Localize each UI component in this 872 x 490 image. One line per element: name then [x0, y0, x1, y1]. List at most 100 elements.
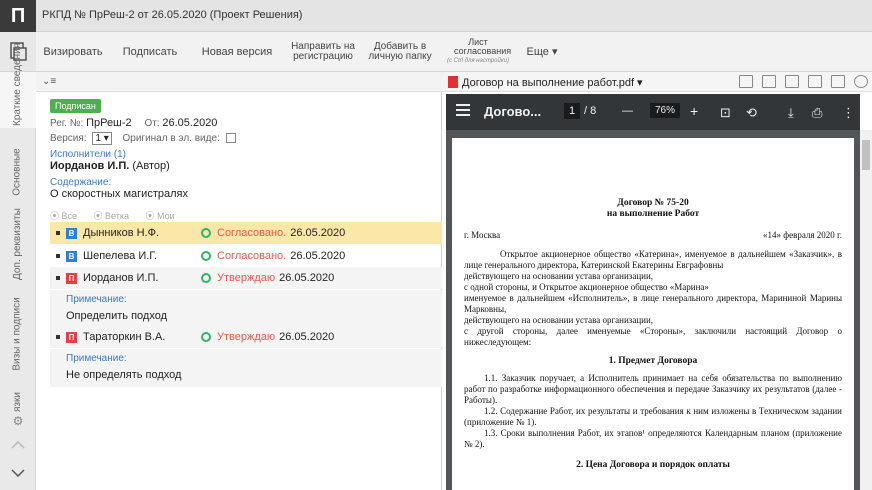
reg-label: Рег. №:: [50, 118, 84, 129]
note-text: Не определять подход: [66, 369, 182, 381]
note-label: Примечание:: [66, 294, 127, 305]
card-panel: ⌄≡ Подписан Рег. №: ПрРеш-2 От: 26.05.20…: [36, 72, 442, 490]
more-button[interactable]: Еще ▾: [518, 32, 566, 72]
zoom-in-button[interactable]: +: [690, 103, 698, 119]
title-bar: П РКПД № ПрРеш-2 от 26.05.2020 (Проект Р…: [0, 0, 872, 32]
content-label: Содержание:: [50, 177, 112, 188]
approval-sheet-button[interactable]: Лист согласования (с Ctrl для настройки): [438, 32, 518, 72]
send-to-registration-button[interactable]: Направить на регистрацию: [284, 32, 362, 72]
eye-icon[interactable]: [201, 332, 211, 342]
visa-status: Утверждаю: [217, 331, 276, 343]
page-count: / 8: [584, 105, 597, 117]
visa-type-icon: П: [66, 331, 77, 343]
doc-city: г. Москва: [464, 230, 501, 240]
rotate-icon[interactable]: ⟲: [746, 105, 757, 121]
approval-sheet-label: Лист согласования: [454, 37, 512, 56]
pdf-title: Догово...: [484, 104, 542, 119]
more-icon[interactable]: ⋮: [842, 105, 855, 121]
doc-paragraph: 1.3. Сроки выполнения Работ, их этапов¹ …: [464, 428, 842, 449]
print-icon[interactable]: ⎙: [812, 105, 822, 121]
visa-row[interactable]: П Тараторкин В.А. Утверждаю 26.05.2020: [50, 326, 442, 348]
page-number-input[interactable]: 1: [564, 103, 581, 119]
visa-note: Примечание: Не определять подход: [50, 349, 442, 387]
doc-city-date: г. Москва «14» февраля 2020 г.: [464, 230, 842, 241]
gear-icon[interactable]: ⚙: [0, 412, 36, 430]
tab-extra-requisites[interactable]: Доп. реквизиты: [0, 208, 36, 288]
visa-row[interactable]: В Шепелева И.Г. Согласовано. 26.05.2020: [50, 245, 442, 267]
filter-all[interactable]: ⦿ Все: [50, 211, 77, 221]
app-logo[interactable]: П: [0, 0, 36, 32]
pdf-page: Договор № 75-20 на выполнение Работ г. М…: [452, 138, 854, 490]
note-label: Примечание:: [66, 353, 127, 364]
filter-mine[interactable]: ⦿ Мои: [146, 211, 175, 221]
tab-label: Доп. реквизиты: [12, 208, 23, 280]
tab-brief-info[interactable]: Краткие сведения: [0, 42, 36, 128]
visa-date: 26.05.2020: [279, 331, 335, 343]
toolbar: Визировать Подписать Новая версия Направ…: [36, 32, 872, 72]
doc-section-title: 2. Цена Договора и порядок оплаты: [576, 460, 730, 470]
attachment-select[interactable]: Договор на выполнение работ.pdf ▾: [462, 76, 643, 89]
pdf-scrollbar[interactable]: [860, 130, 872, 490]
original-checkbox[interactable]: [225, 133, 236, 144]
visa-date: 26.05.2020: [290, 250, 346, 262]
visa-type-icon: В: [66, 227, 77, 239]
export-icon[interactable]: [808, 75, 822, 88]
sign-button[interactable]: Подписать: [110, 32, 190, 72]
doc-paragraph: с одной стороны, и Открытое акционерное …: [464, 282, 709, 292]
original-label: Оригинал в эл. виде:: [122, 133, 220, 144]
eye-icon[interactable]: [201, 273, 211, 283]
doc-paragraph: 1.1. Заказчик поручает, а Исполнитель пр…: [464, 373, 842, 405]
fit-page-icon[interactable]: ⊡: [720, 105, 731, 121]
visa-row[interactable]: В Дынников Н.Ф. Согласовано. 26.05.2020: [50, 222, 442, 244]
chevron-up-icon[interactable]: [0, 436, 36, 454]
doc-section-title: 1. Предмет Договора: [608, 356, 698, 366]
new-doc-icon[interactable]: [762, 75, 776, 88]
visa-person: Тараторкин В.А.: [83, 331, 166, 343]
eye-icon[interactable]: [201, 251, 211, 261]
version-label: Версия:: [50, 133, 87, 144]
collapse-menu-icon[interactable]: ⌄≡: [42, 76, 56, 87]
new-version-button[interactable]: Новая версия: [190, 32, 284, 72]
pdf-toolbar: Догово... 1 / 8 — 76% + ⊡ ⟲ ⤓ ⎙ ⋮: [446, 94, 860, 130]
doc-paragraph: с другой стороны, далее именуемые «Сторо…: [464, 326, 842, 347]
attachment-header: Договор на выполнение работ.pdf ▾: [442, 72, 872, 92]
executor-role: (Автор): [132, 160, 170, 172]
visa-person: Шепелева И.Г.: [83, 250, 157, 262]
visa-type-icon: П: [66, 272, 77, 284]
edit-icon[interactable]: [785, 75, 799, 88]
scrollbar-thumb[interactable]: [862, 140, 870, 170]
eye-icon[interactable]: [201, 228, 211, 238]
executor-name[interactable]: Иорданов И.П.: [50, 160, 129, 172]
visa-person: Иорданов И.П.: [83, 272, 159, 284]
add-to-folder-button[interactable]: Добавить в личную папку: [362, 32, 438, 72]
version-info: Версия: 1 ▾ Оригинал в эл. виде:: [50, 132, 236, 145]
visa-button[interactable]: Визировать: [36, 32, 110, 72]
tab-main[interactable]: Основные: [0, 136, 36, 208]
panel-header: ⌄≡: [36, 72, 442, 92]
doc-paragraph: действующего на основании устава организ…: [464, 315, 654, 325]
open-external-icon[interactable]: [739, 75, 753, 88]
doc-paragraph: 1.2. Содержание Работ, их результаты и т…: [464, 406, 842, 427]
chevron-down-icon[interactable]: [0, 464, 36, 482]
filter-branch[interactable]: ⦿ Ветка: [94, 211, 129, 221]
executors-block: Исполнители (1) Иорданов И.П. (Автор): [50, 149, 170, 172]
pdf-viewport: Договор № 75-20 на выполнение Работ г. М…: [446, 130, 860, 490]
visa-status: Согласовано.: [217, 227, 287, 239]
zoom-out-button[interactable]: —: [622, 105, 633, 117]
zoom-level[interactable]: 76%: [650, 103, 681, 118]
window-title: РКПД № ПрРеш-2 от 26.05.2020 (Проект Реш…: [42, 9, 303, 21]
insert-icon[interactable]: [831, 75, 845, 88]
more-options-icon[interactable]: [854, 75, 868, 88]
menu-icon[interactable]: [456, 104, 470, 106]
visa-person: Дынников Н.Ф.: [83, 227, 160, 239]
filter-row: ⦿ Все ⦿ Ветка ⦿ Мои: [50, 209, 189, 222]
download-icon[interactable]: ⤓: [788, 105, 794, 121]
visa-note: Примечание: Определить подход: [50, 290, 442, 328]
tab-label: Краткие сведения: [12, 42, 23, 126]
visa-row[interactable]: П Иорданов И.П. Утверждаю 26.05.2020: [50, 267, 442, 289]
tab-label: язки: [12, 392, 23, 412]
tab-label: Основные: [12, 148, 24, 196]
doc-title: Договор № 75-20: [617, 198, 689, 208]
tab-visas-signatures[interactable]: Визы и подписи: [0, 290, 36, 378]
version-select[interactable]: 1 ▾: [92, 132, 112, 145]
